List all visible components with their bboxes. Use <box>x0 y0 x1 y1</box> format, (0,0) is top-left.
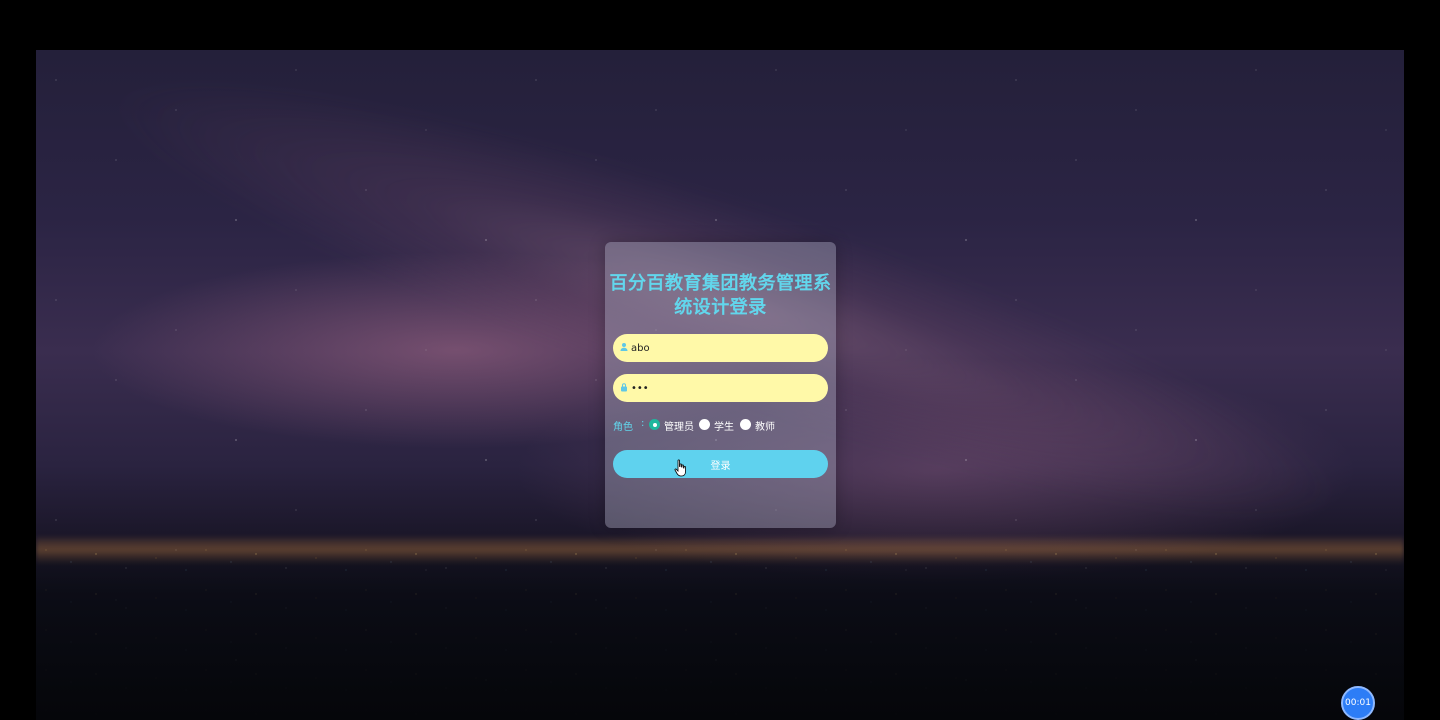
recording-timer-badge[interactable]: 00:01 <box>1341 686 1375 720</box>
screen: 百分百教育集团教务管理系统设计登录 角色 : 管理员 学生 教师 <box>0 0 1440 720</box>
password-field[interactable] <box>613 374 828 402</box>
password-input[interactable] <box>631 382 811 394</box>
role-option-teacher[interactable]: 教师 <box>755 418 775 433</box>
role-radio-teacher[interactable] <box>740 419 751 430</box>
role-label-colon: : <box>641 418 645 429</box>
user-icon <box>620 343 628 351</box>
role-label: 角色 <box>613 422 633 433</box>
role-selector: 角色 : 管理员 学生 教师 <box>613 418 828 434</box>
username-input[interactable] <box>631 342 811 354</box>
hand-pointer-icon <box>674 459 686 477</box>
city-lights-layer <box>36 540 1404 720</box>
login-title: 百分百教育集团教务管理系统设计登录 <box>609 273 832 318</box>
login-card: 百分百教育集团教务管理系统设计登录 角色 : 管理员 学生 教师 <box>605 242 836 528</box>
role-option-admin[interactable]: 管理员 <box>664 418 694 433</box>
lock-icon <box>621 383 627 392</box>
role-radio-student[interactable] <box>699 419 710 430</box>
role-radio-admin[interactable] <box>649 419 660 430</box>
username-field[interactable] <box>613 334 828 362</box>
timer-text: 00:01 <box>1345 698 1371 708</box>
login-button[interactable]: 登录 <box>613 450 828 478</box>
role-option-student[interactable]: 学生 <box>714 418 734 433</box>
